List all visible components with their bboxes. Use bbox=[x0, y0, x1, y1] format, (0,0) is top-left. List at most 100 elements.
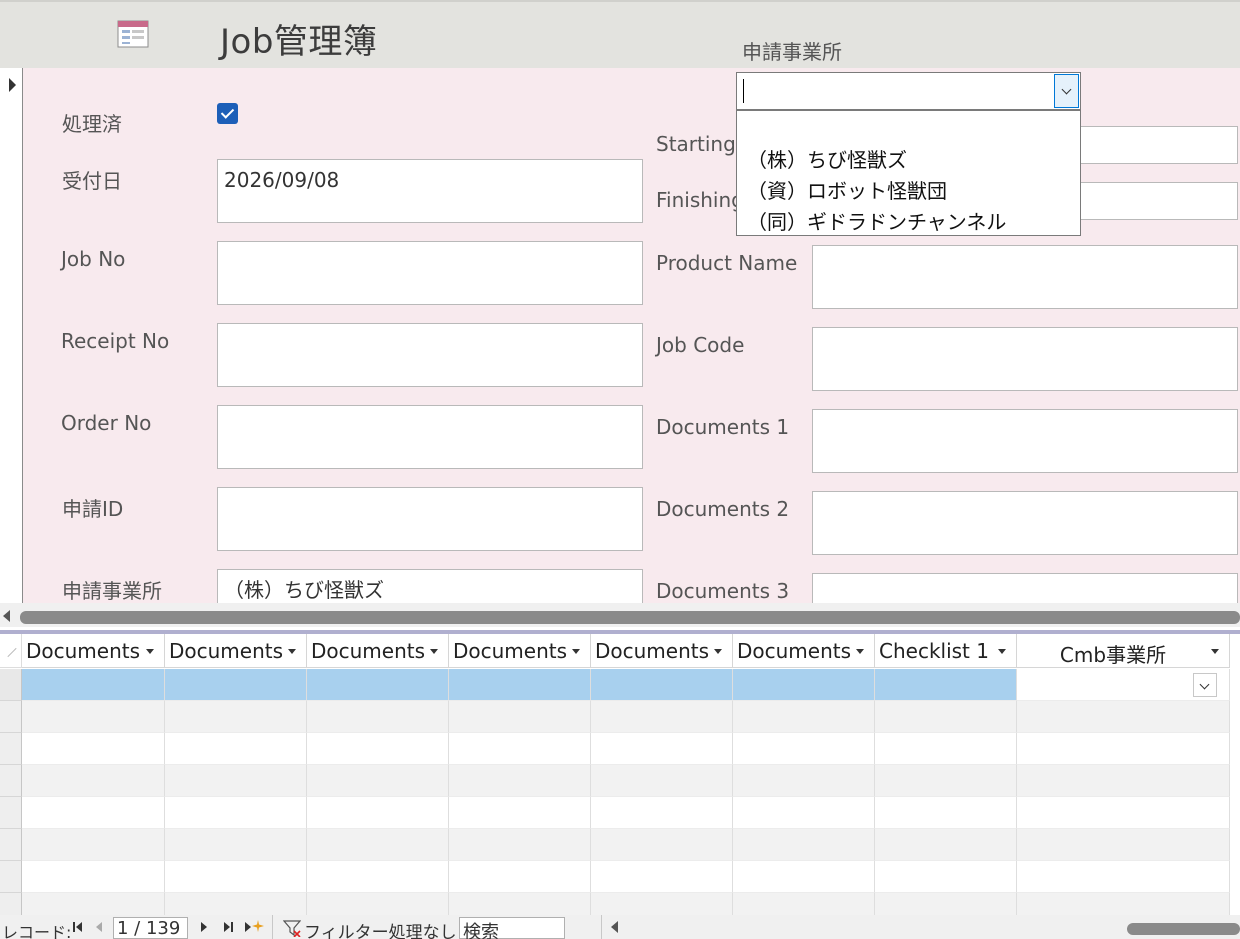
table-cell[interactable] bbox=[733, 893, 875, 915]
column-header[interactable]: Documents bbox=[307, 634, 449, 668]
column-header[interactable]: Checklist 1 bbox=[875, 634, 1017, 668]
job-no-field[interactable] bbox=[217, 241, 643, 305]
table-cell[interactable] bbox=[875, 829, 1017, 861]
record-selector[interactable] bbox=[0, 68, 23, 603]
dropdown-arrow-icon[interactable] bbox=[430, 649, 438, 654]
dropdown-arrow-icon[interactable] bbox=[146, 649, 154, 654]
row-selector[interactable] bbox=[0, 733, 22, 765]
table-cell[interactable] bbox=[165, 733, 307, 765]
table-cell[interactable] bbox=[875, 797, 1017, 829]
dropdown-arrow-icon[interactable] bbox=[288, 649, 296, 654]
previous-record-button[interactable] bbox=[93, 919, 107, 935]
dropdown-arrow-icon[interactable] bbox=[714, 649, 722, 654]
table-cell[interactable] bbox=[733, 765, 875, 797]
table-cell[interactable] bbox=[165, 797, 307, 829]
table-cell[interactable] bbox=[733, 669, 875, 701]
row-selector[interactable] bbox=[0, 701, 22, 733]
table-cell[interactable] bbox=[733, 733, 875, 765]
office-field[interactable]: （株）ちび怪獣ズ bbox=[217, 569, 643, 603]
table-cell[interactable] bbox=[165, 669, 307, 701]
table-cell[interactable] bbox=[1017, 733, 1230, 765]
table-cell[interactable] bbox=[22, 829, 165, 861]
table-cell[interactable] bbox=[1017, 701, 1230, 733]
product-name-field[interactable] bbox=[812, 245, 1238, 309]
row-selector[interactable] bbox=[0, 829, 22, 861]
scrollbar-thumb[interactable] bbox=[20, 611, 1240, 624]
processed-checkbox[interactable] bbox=[217, 103, 238, 124]
table-cell[interactable] bbox=[165, 893, 307, 915]
row-selector[interactable] bbox=[0, 797, 22, 829]
filter-status[interactable]: フィルター処理なし bbox=[304, 918, 457, 939]
table-cell[interactable] bbox=[307, 669, 449, 701]
column-header[interactable]: Cmb事業所 bbox=[1017, 634, 1230, 668]
table-cell[interactable] bbox=[591, 797, 733, 829]
table-cell[interactable] bbox=[591, 701, 733, 733]
table-cell[interactable] bbox=[307, 829, 449, 861]
cell-dropdown-button[interactable] bbox=[1193, 673, 1217, 697]
table-cell[interactable] bbox=[165, 701, 307, 733]
table-cell[interactable] bbox=[1017, 893, 1230, 915]
table-cell[interactable] bbox=[591, 669, 733, 701]
table-cell[interactable] bbox=[1017, 829, 1230, 861]
table-cell[interactable] bbox=[1017, 861, 1230, 893]
table-cell[interactable] bbox=[165, 861, 307, 893]
table-cell[interactable] bbox=[591, 893, 733, 915]
table-cell[interactable] bbox=[591, 733, 733, 765]
table-cell[interactable] bbox=[875, 861, 1017, 893]
row-selector[interactable] bbox=[0, 669, 22, 701]
table-cell[interactable] bbox=[307, 701, 449, 733]
receipt-no-field[interactable] bbox=[217, 323, 643, 387]
table-cell[interactable] bbox=[591, 861, 733, 893]
table-cell[interactable] bbox=[22, 765, 165, 797]
table-cell[interactable] bbox=[1017, 797, 1230, 829]
select-all-corner[interactable] bbox=[0, 634, 22, 668]
combo-option[interactable]: （同）ギドラドンチャンネル bbox=[737, 207, 1080, 238]
table-cell[interactable] bbox=[875, 733, 1017, 765]
table-cell[interactable] bbox=[733, 829, 875, 861]
table-cell[interactable] bbox=[875, 765, 1017, 797]
column-header[interactable]: Documents bbox=[733, 634, 875, 668]
table-cell[interactable] bbox=[22, 669, 165, 701]
table-cell[interactable] bbox=[449, 861, 591, 893]
combo-dropdown-button[interactable] bbox=[1054, 74, 1079, 108]
job-code-field[interactable] bbox=[812, 327, 1238, 391]
dropdown-arrow-icon[interactable] bbox=[998, 649, 1006, 654]
table-cell[interactable] bbox=[1017, 669, 1230, 701]
row-selector[interactable] bbox=[0, 765, 22, 797]
table-cell[interactable] bbox=[22, 861, 165, 893]
table-cell[interactable] bbox=[733, 701, 875, 733]
form-horizontal-scrollbar[interactable] bbox=[0, 603, 1240, 627]
table-cell[interactable] bbox=[449, 797, 591, 829]
table-cell[interactable] bbox=[449, 701, 591, 733]
table-cell[interactable] bbox=[165, 829, 307, 861]
table-cell[interactable] bbox=[165, 765, 307, 797]
table-cell[interactable] bbox=[449, 669, 591, 701]
documents-1-field[interactable] bbox=[812, 409, 1238, 473]
column-header[interactable]: Documents bbox=[22, 634, 165, 668]
last-record-button[interactable] bbox=[222, 919, 236, 935]
table-cell[interactable] bbox=[875, 669, 1017, 701]
table-cell[interactable] bbox=[1017, 765, 1230, 797]
dropdown-arrow-icon[interactable] bbox=[856, 649, 864, 654]
documents-3-field[interactable] bbox=[812, 573, 1238, 603]
table-cell[interactable] bbox=[733, 797, 875, 829]
column-header[interactable]: Documents bbox=[165, 634, 307, 668]
table-cell[interactable] bbox=[591, 765, 733, 797]
scrollbar-thumb[interactable] bbox=[1127, 923, 1240, 935]
table-cell[interactable] bbox=[22, 701, 165, 733]
table-cell[interactable] bbox=[307, 765, 449, 797]
dropdown-arrow-icon[interactable] bbox=[572, 649, 580, 654]
table-cell[interactable] bbox=[733, 861, 875, 893]
row-selector[interactable] bbox=[0, 861, 22, 893]
record-number-input[interactable]: 1 / 139 bbox=[113, 917, 188, 939]
row-selector[interactable] bbox=[0, 893, 22, 915]
combo-option[interactable]: （資）ロボット怪獣団 bbox=[737, 176, 1080, 207]
next-record-button[interactable] bbox=[198, 919, 212, 935]
first-record-button[interactable] bbox=[71, 919, 85, 935]
table-cell[interactable] bbox=[307, 893, 449, 915]
scroll-left-icon[interactable] bbox=[3, 610, 10, 622]
table-cell[interactable] bbox=[22, 733, 165, 765]
new-record-button[interactable] bbox=[243, 919, 267, 935]
documents-2-field[interactable] bbox=[812, 491, 1238, 555]
table-cell[interactable] bbox=[875, 893, 1017, 915]
